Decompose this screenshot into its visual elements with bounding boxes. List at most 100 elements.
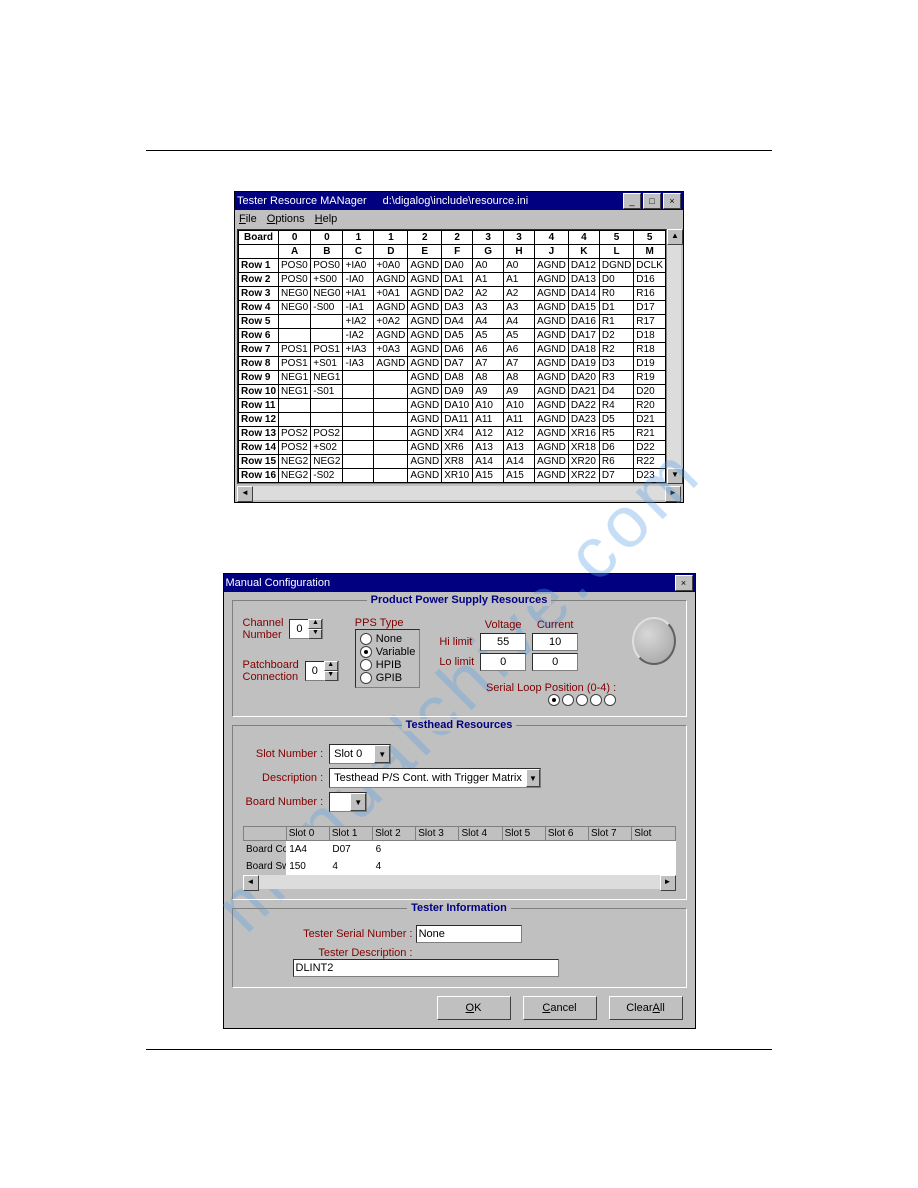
grid-cell[interactable]: XR16 <box>568 427 599 441</box>
grid-cell[interactable]: D21 <box>634 413 666 427</box>
grid-cell[interactable]: DA9 <box>442 385 473 399</box>
grid-cell[interactable]: AGND <box>534 469 568 483</box>
grid-cell[interactable]: +IA0 <box>343 259 374 273</box>
close-button[interactable]: × <box>663 193 681 209</box>
grid-cell[interactable]: DA2 <box>442 287 473 301</box>
grid-cell[interactable]: R20 <box>634 399 666 413</box>
grid-cell[interactable]: POS2 <box>279 441 311 455</box>
titlebar[interactable]: Manual Configuration × <box>224 574 695 592</box>
grid-cell[interactable] <box>279 329 311 343</box>
lo-current-field[interactable]: 0 <box>532 653 578 671</box>
grid-cell[interactable]: A1 <box>504 273 535 287</box>
maximize-button[interactable]: □ <box>643 193 661 209</box>
grid-cell[interactable]: A14 <box>504 455 535 469</box>
grid-cell[interactable]: DA11 <box>442 413 473 427</box>
menu-help[interactable]: Help <box>315 213 338 225</box>
spin-up-icon[interactable]: ▲ <box>308 619 322 629</box>
grid-cell[interactable]: D7 <box>599 469 633 483</box>
grid-cell[interactable]: Row 8 <box>239 357 279 371</box>
grid-cell[interactable] <box>374 385 408 399</box>
grid-cell[interactable]: -IA1 <box>343 301 374 315</box>
grid-cell[interactable]: R18 <box>634 343 666 357</box>
grid-cell[interactable]: AGND <box>408 315 442 329</box>
pps-type-radio-none[interactable]: None <box>360 633 416 645</box>
grid-cell[interactable]: Row 3 <box>239 287 279 301</box>
grid-cell[interactable]: Row 16 <box>239 469 279 483</box>
grid-cell[interactable]: DA20 <box>568 371 599 385</box>
grid-header-cell[interactable]: F <box>442 245 473 259</box>
grid-cell[interactable]: AGND <box>534 455 568 469</box>
grid-header-cell[interactable]: A <box>279 245 311 259</box>
grid-cell[interactable]: DA21 <box>568 385 599 399</box>
slot-cell[interactable] <box>632 841 675 859</box>
grid-cell[interactable]: A7 <box>473 357 504 371</box>
grid-cell[interactable]: AGND <box>534 441 568 455</box>
grid-cell[interactable]: NEG2 <box>279 455 311 469</box>
scroll-left-icon[interactable]: ◄ <box>237 486 253 502</box>
grid-cell[interactable]: D2 <box>599 329 633 343</box>
grid-header-cell[interactable]: C <box>343 245 374 259</box>
grid-cell[interactable] <box>374 455 408 469</box>
grid-header-cell[interactable]: H <box>504 245 535 259</box>
tester-desc-field[interactable]: DLINT2 <box>293 959 559 977</box>
grid-cell[interactable]: A7 <box>504 357 535 371</box>
grid-header-cell[interactable]: 1 <box>343 231 374 245</box>
grid-cell[interactable]: Row 6 <box>239 329 279 343</box>
grid-cell[interactable] <box>374 371 408 385</box>
grid-header-cell[interactable]: 4 <box>534 231 568 245</box>
grid-cell[interactable]: D22 <box>634 441 666 455</box>
grid-cell[interactable]: AGND <box>534 273 568 287</box>
grid-cell[interactable]: R3 <box>599 371 633 385</box>
grid-header-cell[interactable]: M <box>634 245 666 259</box>
grid-cell[interactable]: D0 <box>599 273 633 287</box>
grid-cell[interactable]: Row 5 <box>239 315 279 329</box>
grid-header-cell[interactable]: 0 <box>279 231 311 245</box>
slot-cell[interactable] <box>545 841 588 859</box>
grid-cell[interactable]: Row 9 <box>239 371 279 385</box>
grid-cell[interactable] <box>343 413 374 427</box>
grid-header-cell[interactable]: 2 <box>442 231 473 245</box>
grid-header-cell[interactable]: 1 <box>374 231 408 245</box>
grid-cell[interactable]: AGND <box>534 385 568 399</box>
jog-dial[interactable] <box>632 617 675 665</box>
grid-header-cell[interactable]: K <box>568 245 599 259</box>
serial-number-field[interactable]: None <box>416 925 522 943</box>
grid-cell[interactable]: NEG1 <box>311 371 343 385</box>
grid-cell[interactable]: AGND <box>534 301 568 315</box>
vertical-scrollbar[interactable]: ▲ ▼ <box>667 229 681 484</box>
grid-header-cell[interactable]: Board <box>239 231 279 245</box>
grid-cell[interactable]: A10 <box>504 399 535 413</box>
dropdown-icon[interactable]: ▼ <box>526 769 540 787</box>
grid-cell[interactable]: DA16 <box>568 315 599 329</box>
slot-cell[interactable]: 4 <box>373 858 416 875</box>
slot-cell[interactable]: 4 <box>329 858 372 875</box>
grid-cell[interactable]: D19 <box>634 357 666 371</box>
grid-cell[interactable]: -IA2 <box>343 329 374 343</box>
hi-current-field[interactable]: 10 <box>532 633 578 651</box>
grid-cell[interactable]: D17 <box>634 301 666 315</box>
grid-cell[interactable]: D18 <box>634 329 666 343</box>
grid-cell[interactable] <box>311 329 343 343</box>
grid-cell[interactable] <box>343 469 374 483</box>
grid-cell[interactable]: A6 <box>504 343 535 357</box>
grid-cell[interactable] <box>311 413 343 427</box>
grid-cell[interactable]: +0A2 <box>374 315 408 329</box>
grid-header-cell[interactable]: 3 <box>504 231 535 245</box>
grid-cell[interactable]: AGND <box>534 343 568 357</box>
grid-cell[interactable] <box>343 385 374 399</box>
grid-cell[interactable]: DA1 <box>442 273 473 287</box>
grid-cell[interactable]: DA0 <box>442 259 473 273</box>
grid-cell[interactable]: AGND <box>534 259 568 273</box>
grid-cell[interactable]: +S00 <box>311 273 343 287</box>
grid-cell[interactable]: NEG0 <box>311 287 343 301</box>
grid-cell[interactable] <box>343 455 374 469</box>
close-button[interactable]: × <box>675 575 693 591</box>
grid-cell[interactable]: POS2 <box>311 427 343 441</box>
grid-cell[interactable] <box>374 469 408 483</box>
grid-cell[interactable]: A14 <box>473 455 504 469</box>
grid-cell[interactable]: AGND <box>374 357 408 371</box>
grid-cell[interactable]: D16 <box>634 273 666 287</box>
grid-cell[interactable]: -S01 <box>311 385 343 399</box>
grid-cell[interactable]: XR22 <box>568 469 599 483</box>
grid-cell[interactable] <box>343 441 374 455</box>
